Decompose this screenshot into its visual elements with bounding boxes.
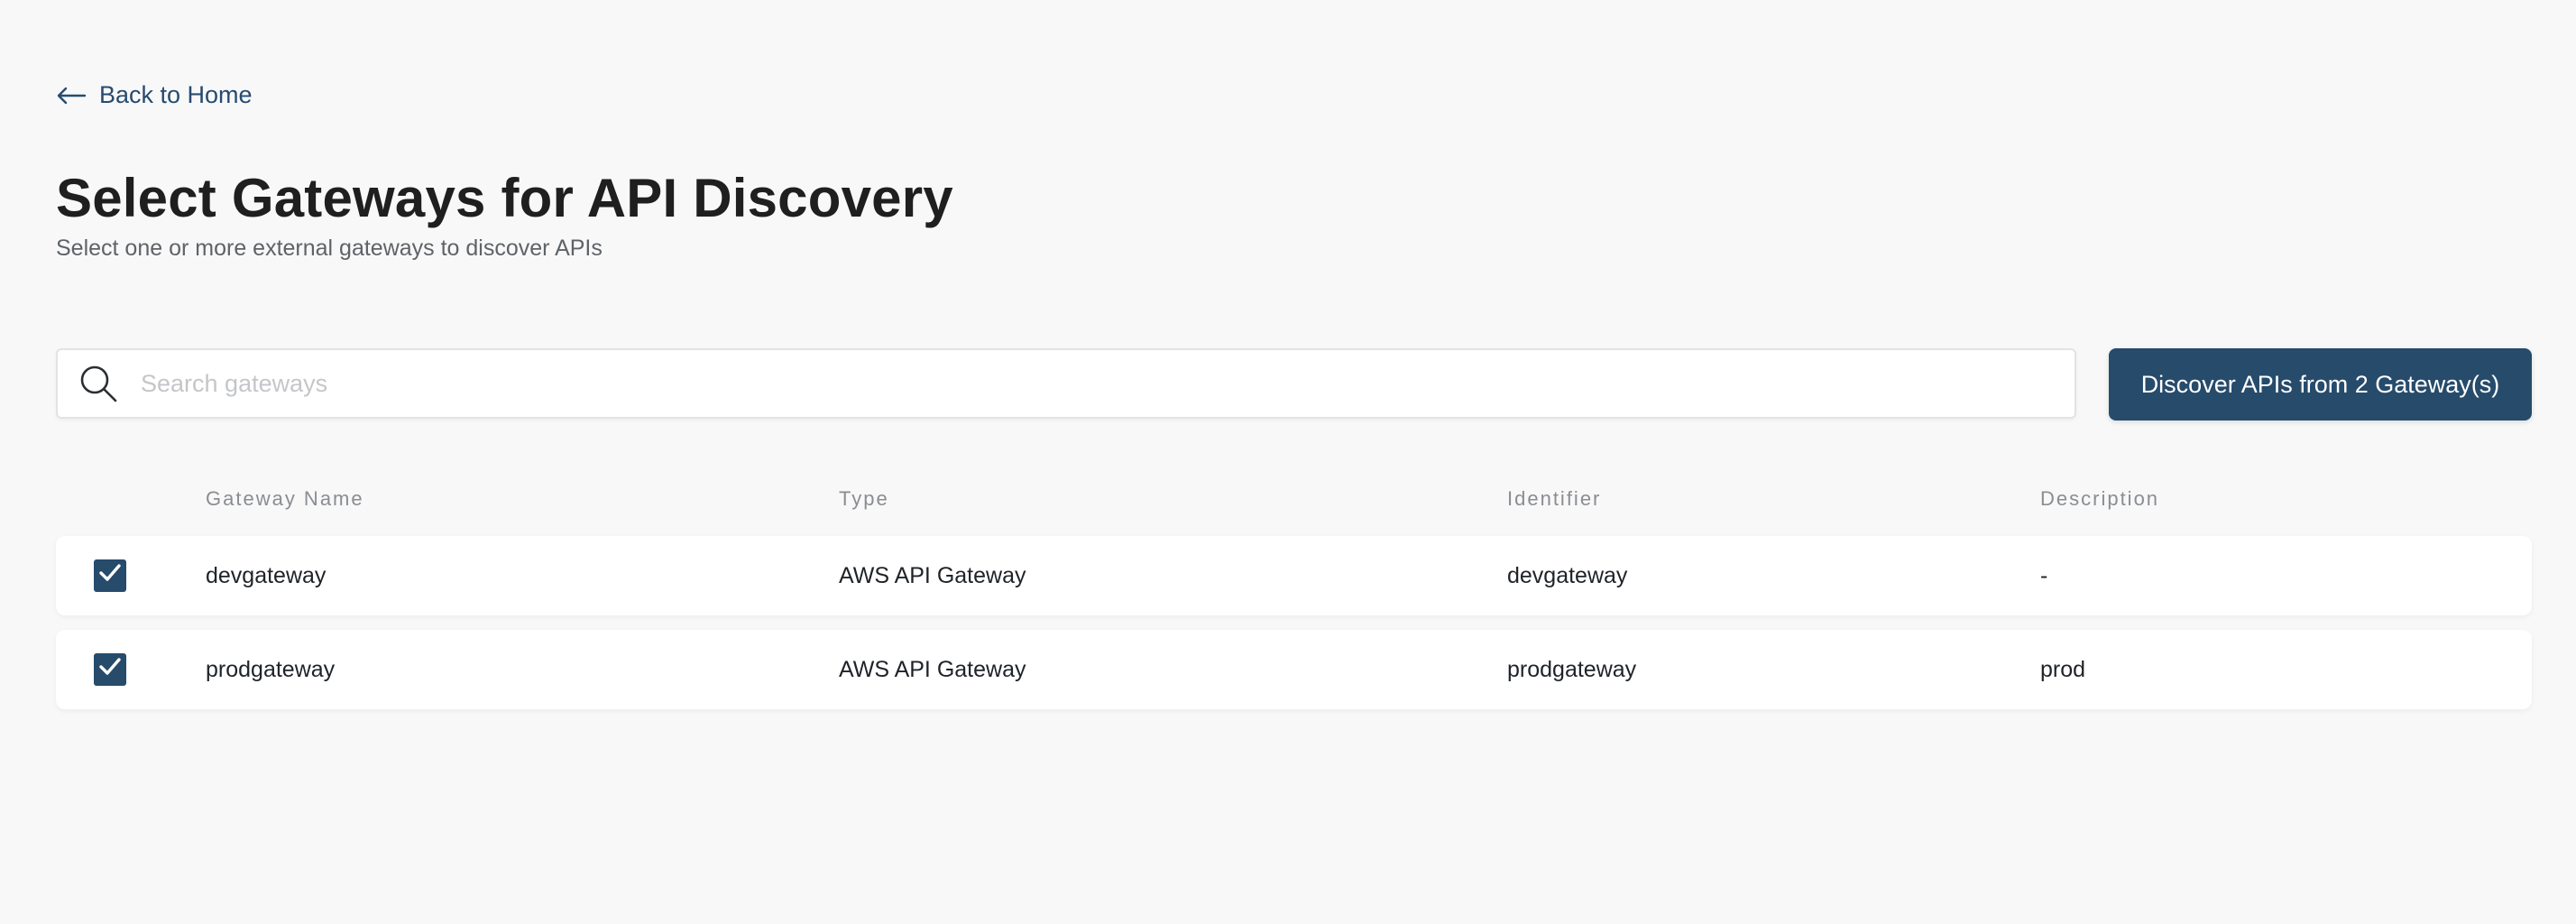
- table-row[interactable]: devgateway AWS API Gateway devgateway -: [56, 536, 2532, 615]
- column-header-gateway-name: Gateway Name: [206, 487, 364, 510]
- search-input[interactable]: [139, 356, 2075, 411]
- table-header: Gateway Name Type Identifier Description: [0, 487, 2576, 516]
- gateway-identifier-cell: devgateway: [1507, 563, 1628, 588]
- gateway-description-cell: -: [2040, 563, 2048, 588]
- page-title: Select Gateways for API Discovery: [56, 168, 953, 228]
- arrow-left-icon: [56, 87, 87, 105]
- gateway-name-cell: prodgateway: [206, 657, 336, 682]
- search-icon: [78, 363, 119, 404]
- page-subtitle: Select one or more external gateways to …: [56, 236, 603, 261]
- back-to-home-label: Back to Home: [99, 81, 253, 108]
- table-row[interactable]: prodgateway AWS API Gateway prodgateway …: [56, 630, 2532, 709]
- gateway-identifier-cell: prodgateway: [1507, 657, 1637, 682]
- column-header-description: Description: [2040, 487, 2160, 510]
- column-header-type: Type: [839, 487, 889, 510]
- back-to-home-link[interactable]: Back to Home: [56, 81, 253, 109]
- row-checkbox[interactable]: [94, 559, 126, 592]
- column-header-identifier: Identifier: [1507, 487, 1602, 510]
- gateway-type-cell: AWS API Gateway: [839, 657, 1026, 682]
- gateway-description-cell: prod: [2040, 657, 2086, 682]
- row-checkbox[interactable]: [94, 653, 126, 686]
- search-box[interactable]: [56, 348, 2076, 419]
- gateway-type-cell: AWS API Gateway: [839, 563, 1026, 588]
- gateway-name-cell: devgateway: [206, 563, 327, 588]
- discover-apis-button[interactable]: Discover APIs from 2 Gateway(s): [2109, 348, 2532, 420]
- checkmark-icon: [98, 563, 122, 589]
- checkmark-icon: [98, 657, 122, 683]
